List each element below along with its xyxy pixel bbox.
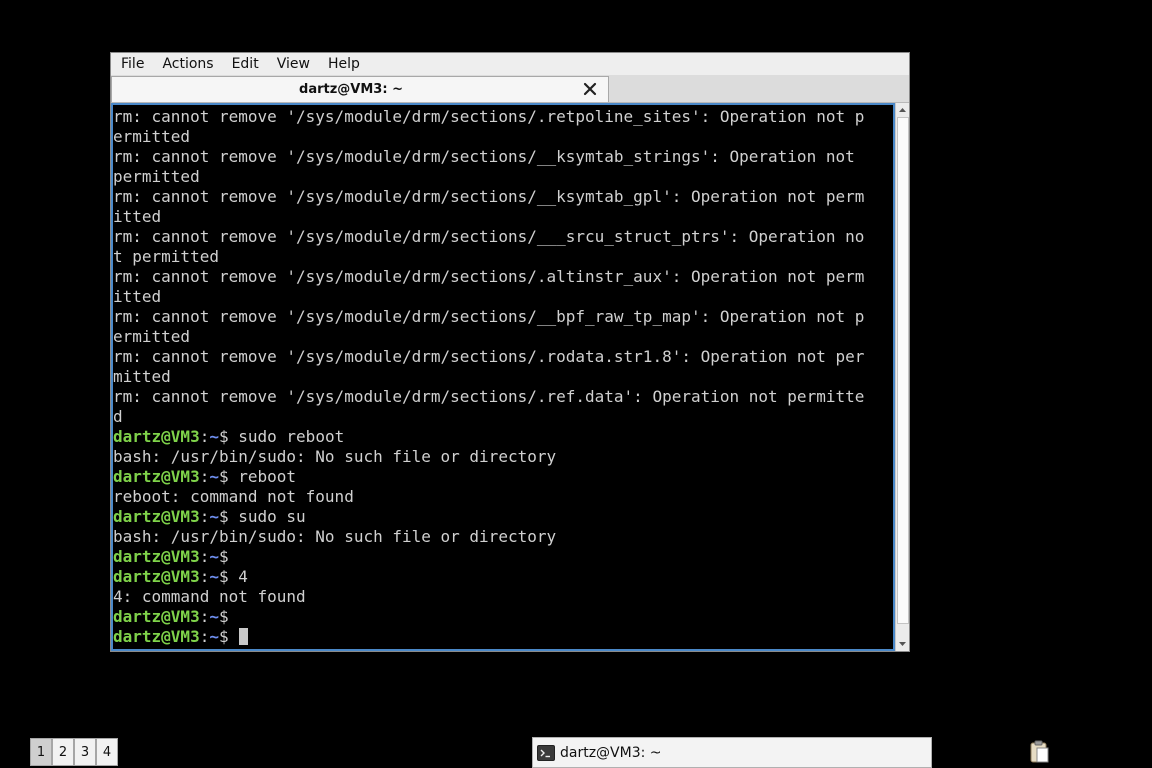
- prompt-path: ~: [209, 567, 219, 586]
- taskbar-task-terminal[interactable]: dartz@VM3: ~: [532, 737, 932, 768]
- prompt-separator: :: [199, 607, 210, 626]
- tab-bar: dartz@VM3: ~: [111, 75, 909, 103]
- taskbar-task-label: dartz@VM3: ~: [560, 745, 662, 761]
- prompt-symbol: $: [218, 507, 239, 526]
- terminal-output-line: ermitted: [113, 327, 191, 346]
- prompt-separator: :: [199, 427, 210, 446]
- workspace-1[interactable]: 1: [30, 738, 52, 766]
- terminal-output-line: rm: cannot remove '/sys/module/drm/secti…: [113, 267, 865, 286]
- prompt-separator: :: [199, 507, 210, 526]
- prompt-path: ~: [209, 507, 219, 526]
- prompt-user-host: dartz@VM3: [113, 607, 200, 626]
- prompt-user-host: dartz@VM3: [113, 567, 200, 586]
- terminal-output-line: itted: [113, 287, 162, 306]
- terminal-output-line: rm: cannot remove '/sys/module/drm/secti…: [113, 227, 865, 246]
- prompt-symbol: $: [218, 607, 239, 626]
- menu-help[interactable]: Help: [318, 53, 368, 75]
- terminal-output[interactable]: rm: cannot remove '/sys/module/drm/secti…: [111, 103, 895, 651]
- clipboard-icon[interactable]: [1028, 740, 1050, 764]
- terminal-output-line: t permitted: [113, 247, 219, 266]
- terminal-output-line: bash: /usr/bin/sudo: No such file or dir…: [113, 527, 557, 546]
- terminal-output-line: rm: cannot remove '/sys/module/drm/secti…: [113, 187, 865, 206]
- terminal-window: File Actions Edit View Help dartz@VM3: ~…: [110, 52, 910, 652]
- prompt-command: sudo su: [238, 507, 306, 526]
- menu-edit[interactable]: Edit: [222, 53, 267, 75]
- prompt-user-host: dartz@VM3: [113, 507, 200, 526]
- prompt-symbol: $: [218, 467, 239, 486]
- terminal-output-line: rm: cannot remove '/sys/module/drm/secti…: [113, 107, 865, 126]
- prompt-symbol: $: [218, 627, 239, 646]
- prompt-user-host: dartz@VM3: [113, 467, 200, 486]
- prompt-separator: :: [199, 467, 210, 486]
- terminal-prompt-line: dartz@VM3:~$ sudo reboot: [113, 427, 864, 447]
- tab-terminal[interactable]: dartz@VM3: ~: [111, 76, 609, 102]
- terminal-output-line: 4: command not found: [113, 587, 306, 606]
- prompt-path: ~: [209, 467, 219, 486]
- menu-actions[interactable]: Actions: [152, 53, 221, 75]
- scroll-down-arrow-icon[interactable]: [896, 637, 909, 651]
- prompt-separator: :: [199, 627, 210, 646]
- terminal-output-line: rm: cannot remove '/sys/module/drm/secti…: [113, 147, 855, 166]
- terminal-icon: [537, 745, 555, 761]
- tab-title: dartz@VM3: ~: [299, 82, 403, 97]
- menu-file[interactable]: File: [111, 53, 152, 75]
- terminal-output-line: mitted: [113, 367, 171, 386]
- workspace-2[interactable]: 2: [52, 738, 74, 766]
- terminal-output-line: rm: cannot remove '/sys/module/drm/secti…: [113, 307, 865, 326]
- menu-view[interactable]: View: [267, 53, 318, 75]
- prompt-user-host: dartz@VM3: [113, 627, 200, 646]
- prompt-path: ~: [209, 427, 219, 446]
- terminal-prompt-line: dartz@VM3:~$ sudo su: [113, 507, 864, 527]
- terminal-prompt-line: dartz@VM3:~$: [113, 627, 864, 647]
- terminal-prompt-line: dartz@VM3:~$: [113, 607, 864, 627]
- prompt-command: reboot: [238, 467, 297, 486]
- prompt-separator: :: [199, 547, 210, 566]
- prompt-command: sudo reboot: [238, 427, 345, 446]
- prompt-symbol: $: [218, 547, 239, 566]
- terminal-output-line: ermitted: [113, 127, 191, 146]
- terminal-prompt-line: dartz@VM3:~$: [113, 547, 864, 567]
- prompt-separator: :: [199, 567, 210, 586]
- scrollbar[interactable]: [895, 103, 909, 651]
- terminal-output-line: rm: cannot remove '/sys/module/drm/secti…: [113, 387, 865, 406]
- terminal-prompt-line: dartz@VM3:~$ reboot: [113, 467, 864, 487]
- terminal-output-line: rm: cannot remove '/sys/module/drm/secti…: [113, 347, 865, 366]
- scrollbar-thumb[interactable]: [897, 117, 909, 624]
- workspace-3[interactable]: 3: [74, 738, 96, 766]
- close-icon[interactable]: [582, 81, 598, 97]
- terminal-output-line: reboot: command not found: [113, 487, 354, 506]
- terminal-cursor: [239, 628, 249, 645]
- terminal-lines: rm: cannot remove '/sys/module/drm/secti…: [113, 107, 864, 647]
- terminal-output-line: d: [113, 407, 123, 426]
- prompt-symbol: $: [218, 427, 239, 446]
- terminal-output-line: permitted: [113, 167, 200, 186]
- workspace-switcher: 1 2 3 4: [30, 738, 118, 766]
- workspace-4[interactable]: 4: [96, 738, 118, 766]
- scroll-up-arrow-icon[interactable]: [896, 103, 909, 117]
- prompt-user-host: dartz@VM3: [113, 547, 200, 566]
- menu-bar: File Actions Edit View Help: [111, 53, 909, 75]
- prompt-path: ~: [209, 547, 219, 566]
- prompt-user-host: dartz@VM3: [113, 427, 200, 446]
- terminal-prompt-line: dartz@VM3:~$ 4: [113, 567, 864, 587]
- prompt-path: ~: [209, 607, 219, 626]
- prompt-symbol: $: [218, 567, 239, 586]
- prompt-path: ~: [209, 627, 219, 646]
- terminal-output-line: itted: [113, 207, 162, 226]
- prompt-command: 4: [238, 567, 248, 586]
- terminal-output-line: bash: /usr/bin/sudo: No such file or dir…: [113, 447, 557, 466]
